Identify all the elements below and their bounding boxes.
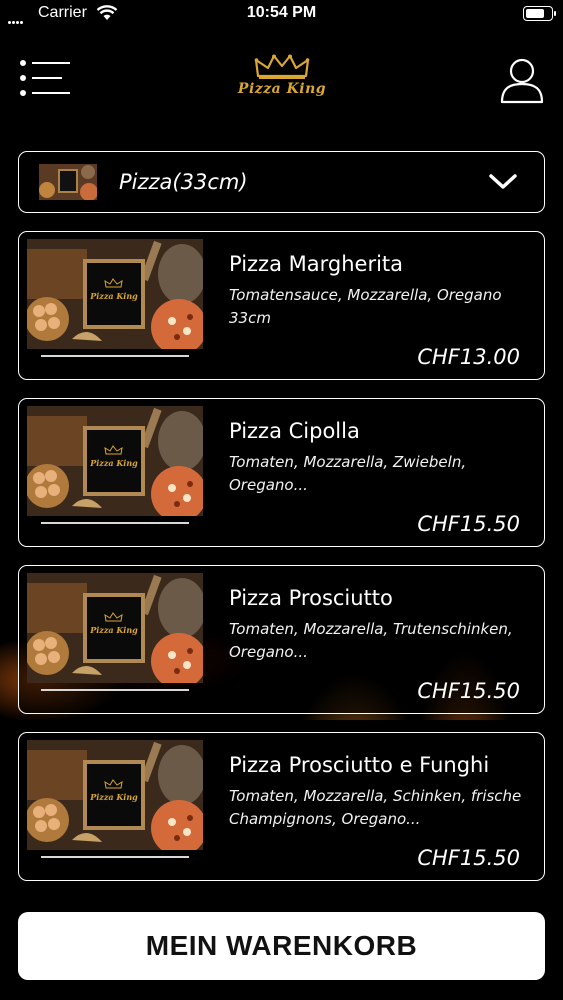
product-image: Pizza King <box>27 239 203 349</box>
battery-fill <box>526 9 544 18</box>
image-divider <box>41 355 189 357</box>
product-price: CHF15.50 <box>417 512 520 536</box>
product-name: Pizza Cipolla <box>229 419 360 443</box>
clock: 10:54 PM <box>246 4 317 21</box>
product-name: Pizza Prosciutto <box>229 586 393 610</box>
product-image-logo: Pizza King <box>89 792 138 802</box>
product-image-logo: Pizza King <box>89 458 138 468</box>
product-description: Tomatensauce, Mozzarella, Oregano 33cm <box>229 286 502 327</box>
status-bar: Carrier 10:54 PM <box>0 0 563 30</box>
product-image: Pizza King <box>27 573 203 683</box>
product-image-logo: Pizza King <box>89 291 138 301</box>
product-price: CHF15.50 <box>417 846 520 870</box>
crown-icon <box>254 54 310 79</box>
product-card[interactable]: Pizza King Pizza Cipolla Tomaten, Mozzar… <box>18 398 545 547</box>
product-description: Tomaten, Mozzarella, Trutenschinken, Ore… <box>229 620 513 661</box>
battery-icon <box>523 6 556 21</box>
image-divider <box>41 689 189 691</box>
product-description: Tomaten, Mozzarella, Schinken, frische C… <box>229 787 522 828</box>
product-name: Pizza Margherita <box>229 252 404 276</box>
chevron-down-icon[interactable] <box>488 172 518 192</box>
list-menu-icon[interactable] <box>20 60 72 96</box>
image-divider <box>41 522 189 524</box>
product-card[interactable]: Pizza King Pizza Prosciutto Tomaten, Moz… <box>18 565 545 714</box>
cart-button[interactable]: MEIN WARENKORB <box>18 912 545 980</box>
product-card[interactable]: Pizza King Pizza Prosciutto e Funghi Tom… <box>18 732 545 881</box>
category-thumbnail <box>39 164 97 200</box>
product-card[interactable]: Pizza King Pizza Margherita Tomatensauce… <box>18 231 545 380</box>
product-image: Pizza King <box>27 406 203 516</box>
user-profile-icon[interactable] <box>500 58 544 104</box>
logo: Pizza King <box>222 54 342 106</box>
product-price: CHF15.50 <box>417 679 520 703</box>
image-divider <box>41 856 189 858</box>
logo-text: Pizza King <box>237 81 327 97</box>
product-image-logo: Pizza King <box>89 625 138 635</box>
product-price: CHF13.00 <box>417 345 520 369</box>
category-label: Pizza(33cm) <box>119 170 248 194</box>
product-name: Pizza Prosciutto e Funghi <box>229 753 490 777</box>
category-dropdown[interactable]: Pizza(33cm) <box>18 151 545 213</box>
product-image: Pizza King <box>27 740 203 850</box>
product-description: Tomaten, Mozzarella, Zwiebeln, Oregano..… <box>229 453 467 494</box>
